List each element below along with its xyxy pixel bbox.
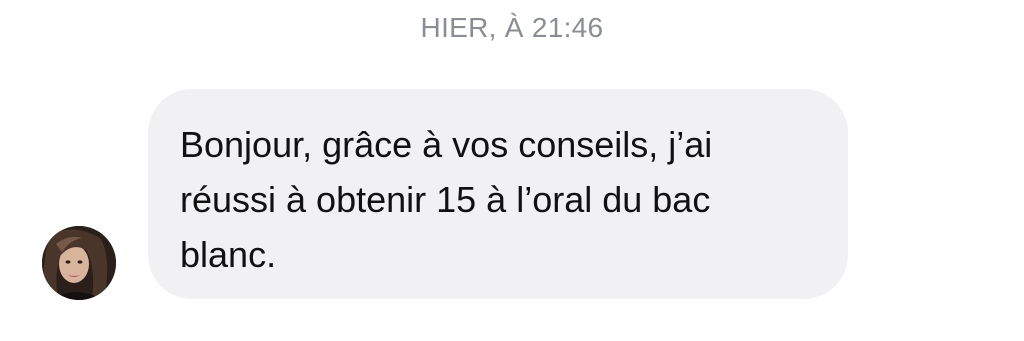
sender-avatar[interactable]	[42, 226, 116, 300]
avatar-photo-icon	[42, 226, 116, 300]
message-bubble[interactable]: Bonjour, grâce à vos conseils, j’ai réus…	[148, 89, 848, 299]
message-row: Bonjour, grâce à vos conseils, j’ai réus…	[0, 0, 1024, 341]
message-text: Bonjour, grâce à vos conseils, j’ai réus…	[180, 124, 713, 275]
